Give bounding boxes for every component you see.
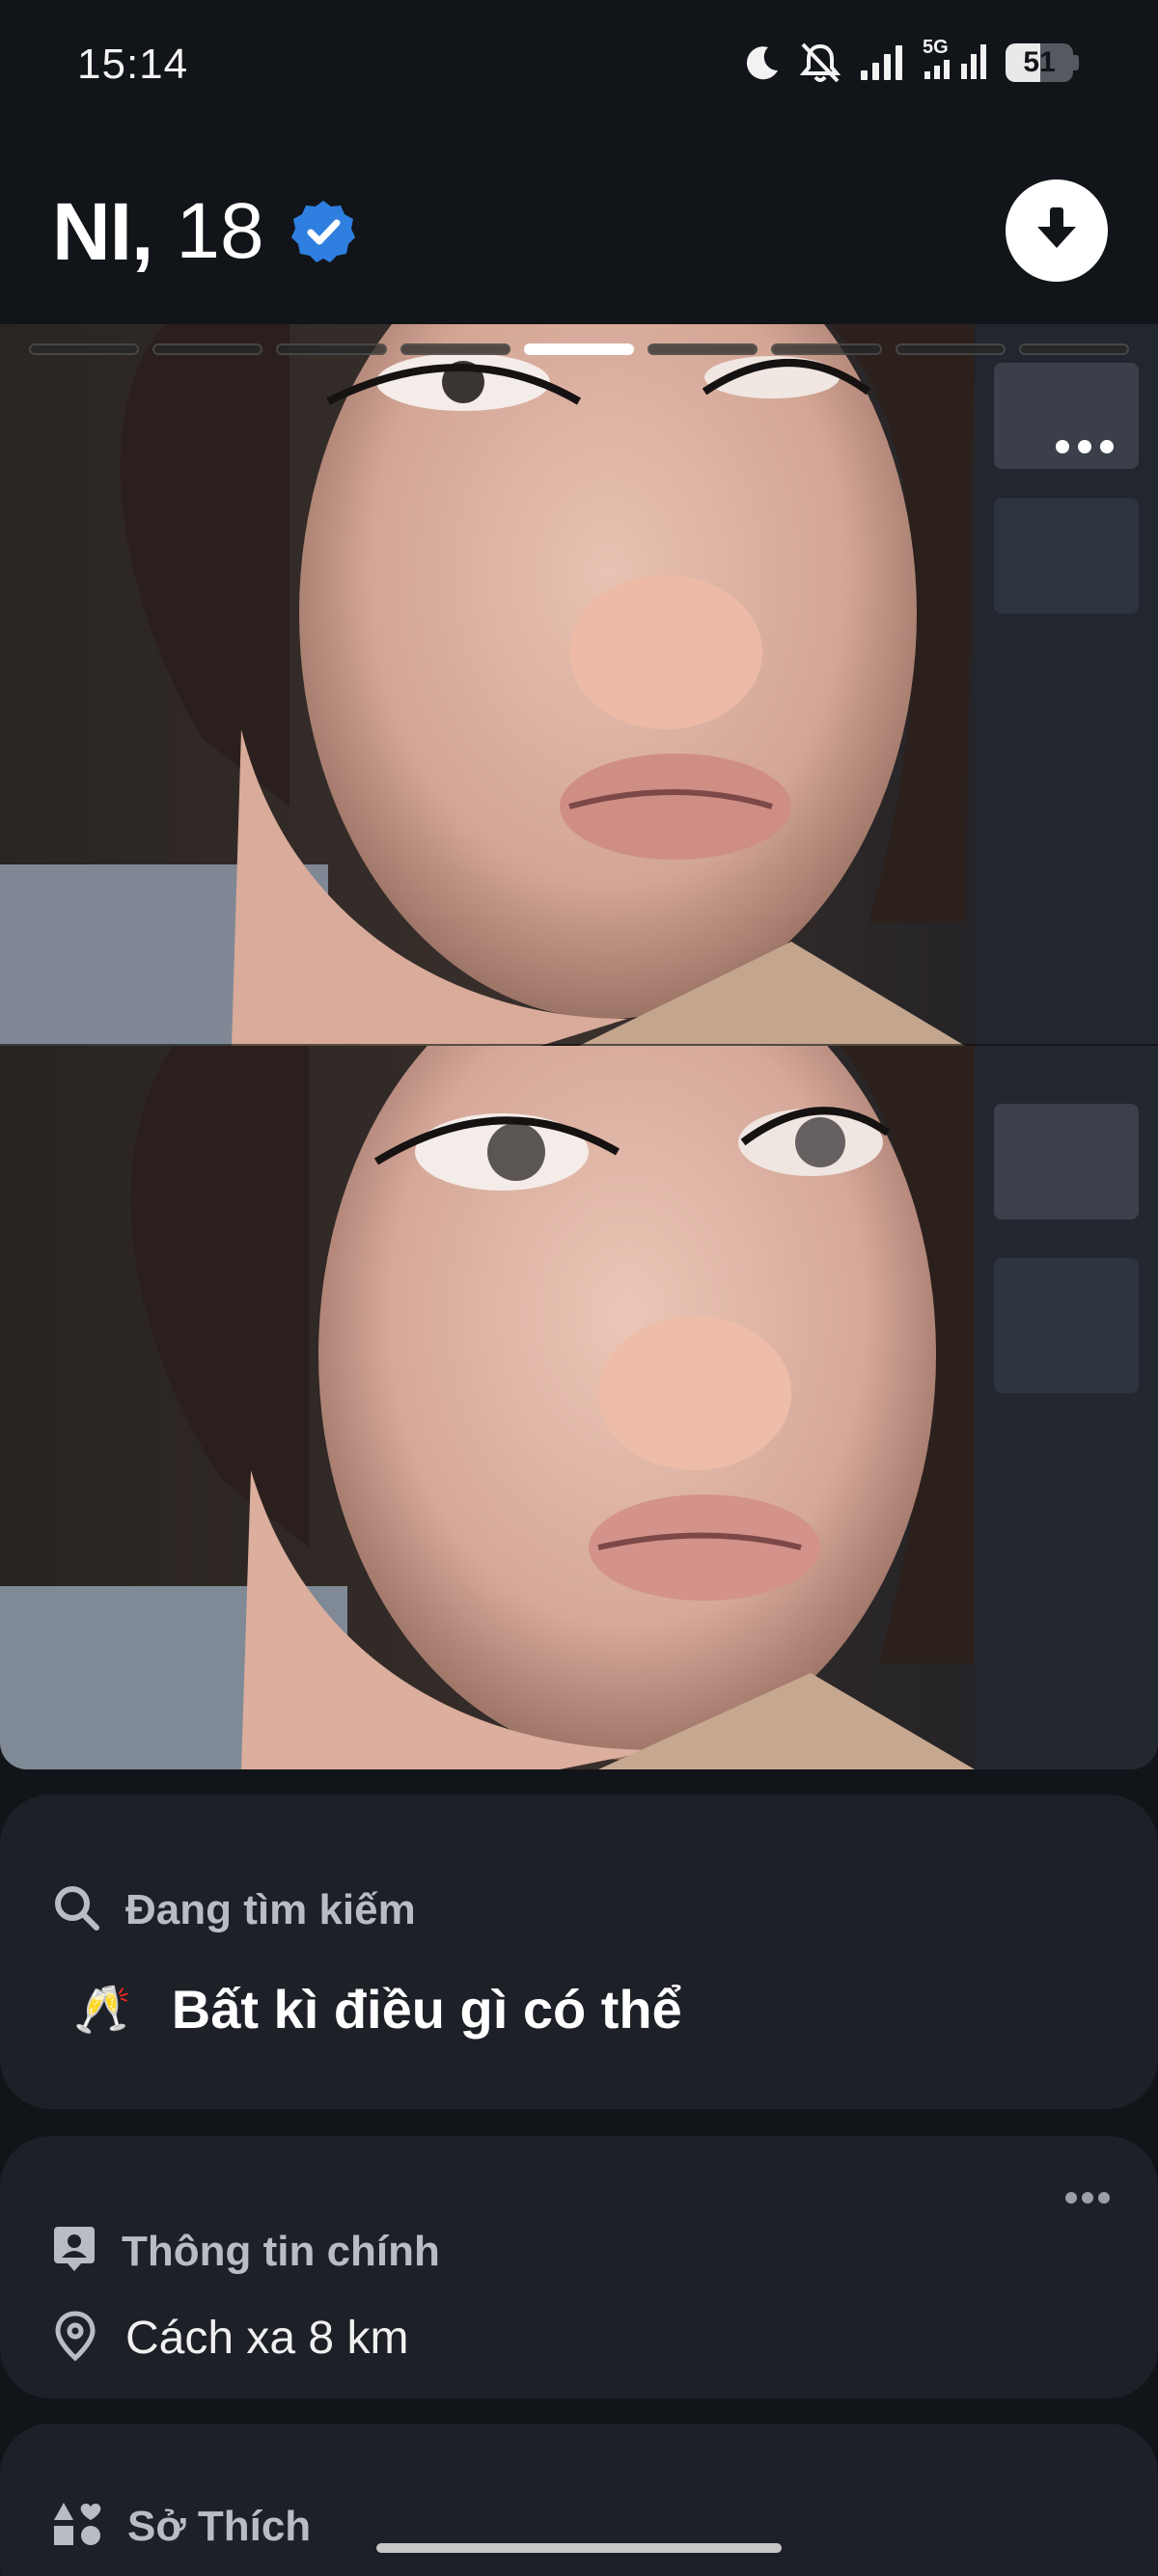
profile-photo-lower <box>0 1046 1158 1769</box>
photo-segment[interactable] <box>400 343 510 355</box>
search-icon <box>52 1883 100 1936</box>
looking-for-value-row: 🥂 Bất kì điều gì có thể <box>73 1978 682 2041</box>
interests-label: Sở Thích <box>127 2502 312 2550</box>
photo-segment[interactable] <box>771 343 882 355</box>
status-icons: 5G 51 <box>743 37 1079 89</box>
battery-percent: 51 <box>1023 46 1056 78</box>
signal-icon <box>859 43 905 82</box>
photo-segment[interactable] <box>276 343 387 355</box>
download-button[interactable] <box>1006 179 1108 282</box>
photo-progress-segments <box>29 343 1129 357</box>
champagne-emoji: 🥂 <box>73 1985 131 2036</box>
looking-for-label: Đang tìm kiếm <box>125 1885 416 1933</box>
status-time: 15:14 <box>77 41 189 88</box>
interests-card: Sở Thích <box>0 2424 1158 2576</box>
distance-row: Cách xa 8 km <box>52 2310 408 2367</box>
photo-segment[interactable] <box>648 343 758 355</box>
more-horizontal-icon[interactable] <box>1065 2192 1110 2206</box>
status-bar: 15:14 5G 51 <box>0 0 1158 135</box>
photo-segment[interactable] <box>152 343 263 355</box>
looking-for-card: Đang tìm kiếm 🥂 Bất kì điều gì có thể <box>0 1795 1158 2109</box>
looking-for-value: Bất kì điều gì có thể <box>171 1979 682 2040</box>
profile-photo-upper <box>0 324 1158 1046</box>
home-indicator[interactable] <box>376 2543 782 2553</box>
main-info-label: Thông tin chính <box>122 2227 440 2275</box>
main-info-card: Thông tin chính Cách xa 8 km <box>0 2136 1158 2398</box>
moon-icon <box>743 43 782 82</box>
profile-name: NI, <box>52 185 153 277</box>
interests-header: Sở Thích <box>52 2501 311 2552</box>
main-info-header: Thông tin chính <box>52 2225 440 2278</box>
profile-header: NI, 18 <box>0 135 1158 324</box>
looking-for-header: Đang tìm kiếm <box>52 1883 416 1936</box>
profile-age: 18 <box>176 187 264 275</box>
photo-segment[interactable] <box>29 343 140 355</box>
photo-segment[interactable] <box>523 343 635 355</box>
arrow-down-icon <box>1034 204 1080 259</box>
photo-segment[interactable] <box>895 343 1006 355</box>
battery-icon: 51 <box>1006 43 1079 82</box>
profile-card-icon <box>52 2225 96 2278</box>
interests-icon <box>52 2501 102 2552</box>
profile-photo[interactable] <box>0 324 1158 1769</box>
distance-text: Cách xa 8 km <box>125 2313 409 2364</box>
photo-segment[interactable] <box>1018 343 1129 355</box>
more-horizontal-icon[interactable] <box>1056 432 1114 461</box>
name-age-line: NI, 18 <box>52 183 357 280</box>
bell-muted-icon <box>797 41 843 85</box>
signal-5g-icon: 5G <box>921 37 990 85</box>
location-pin-icon <box>52 2310 98 2367</box>
verified-badge-icon <box>290 198 357 265</box>
